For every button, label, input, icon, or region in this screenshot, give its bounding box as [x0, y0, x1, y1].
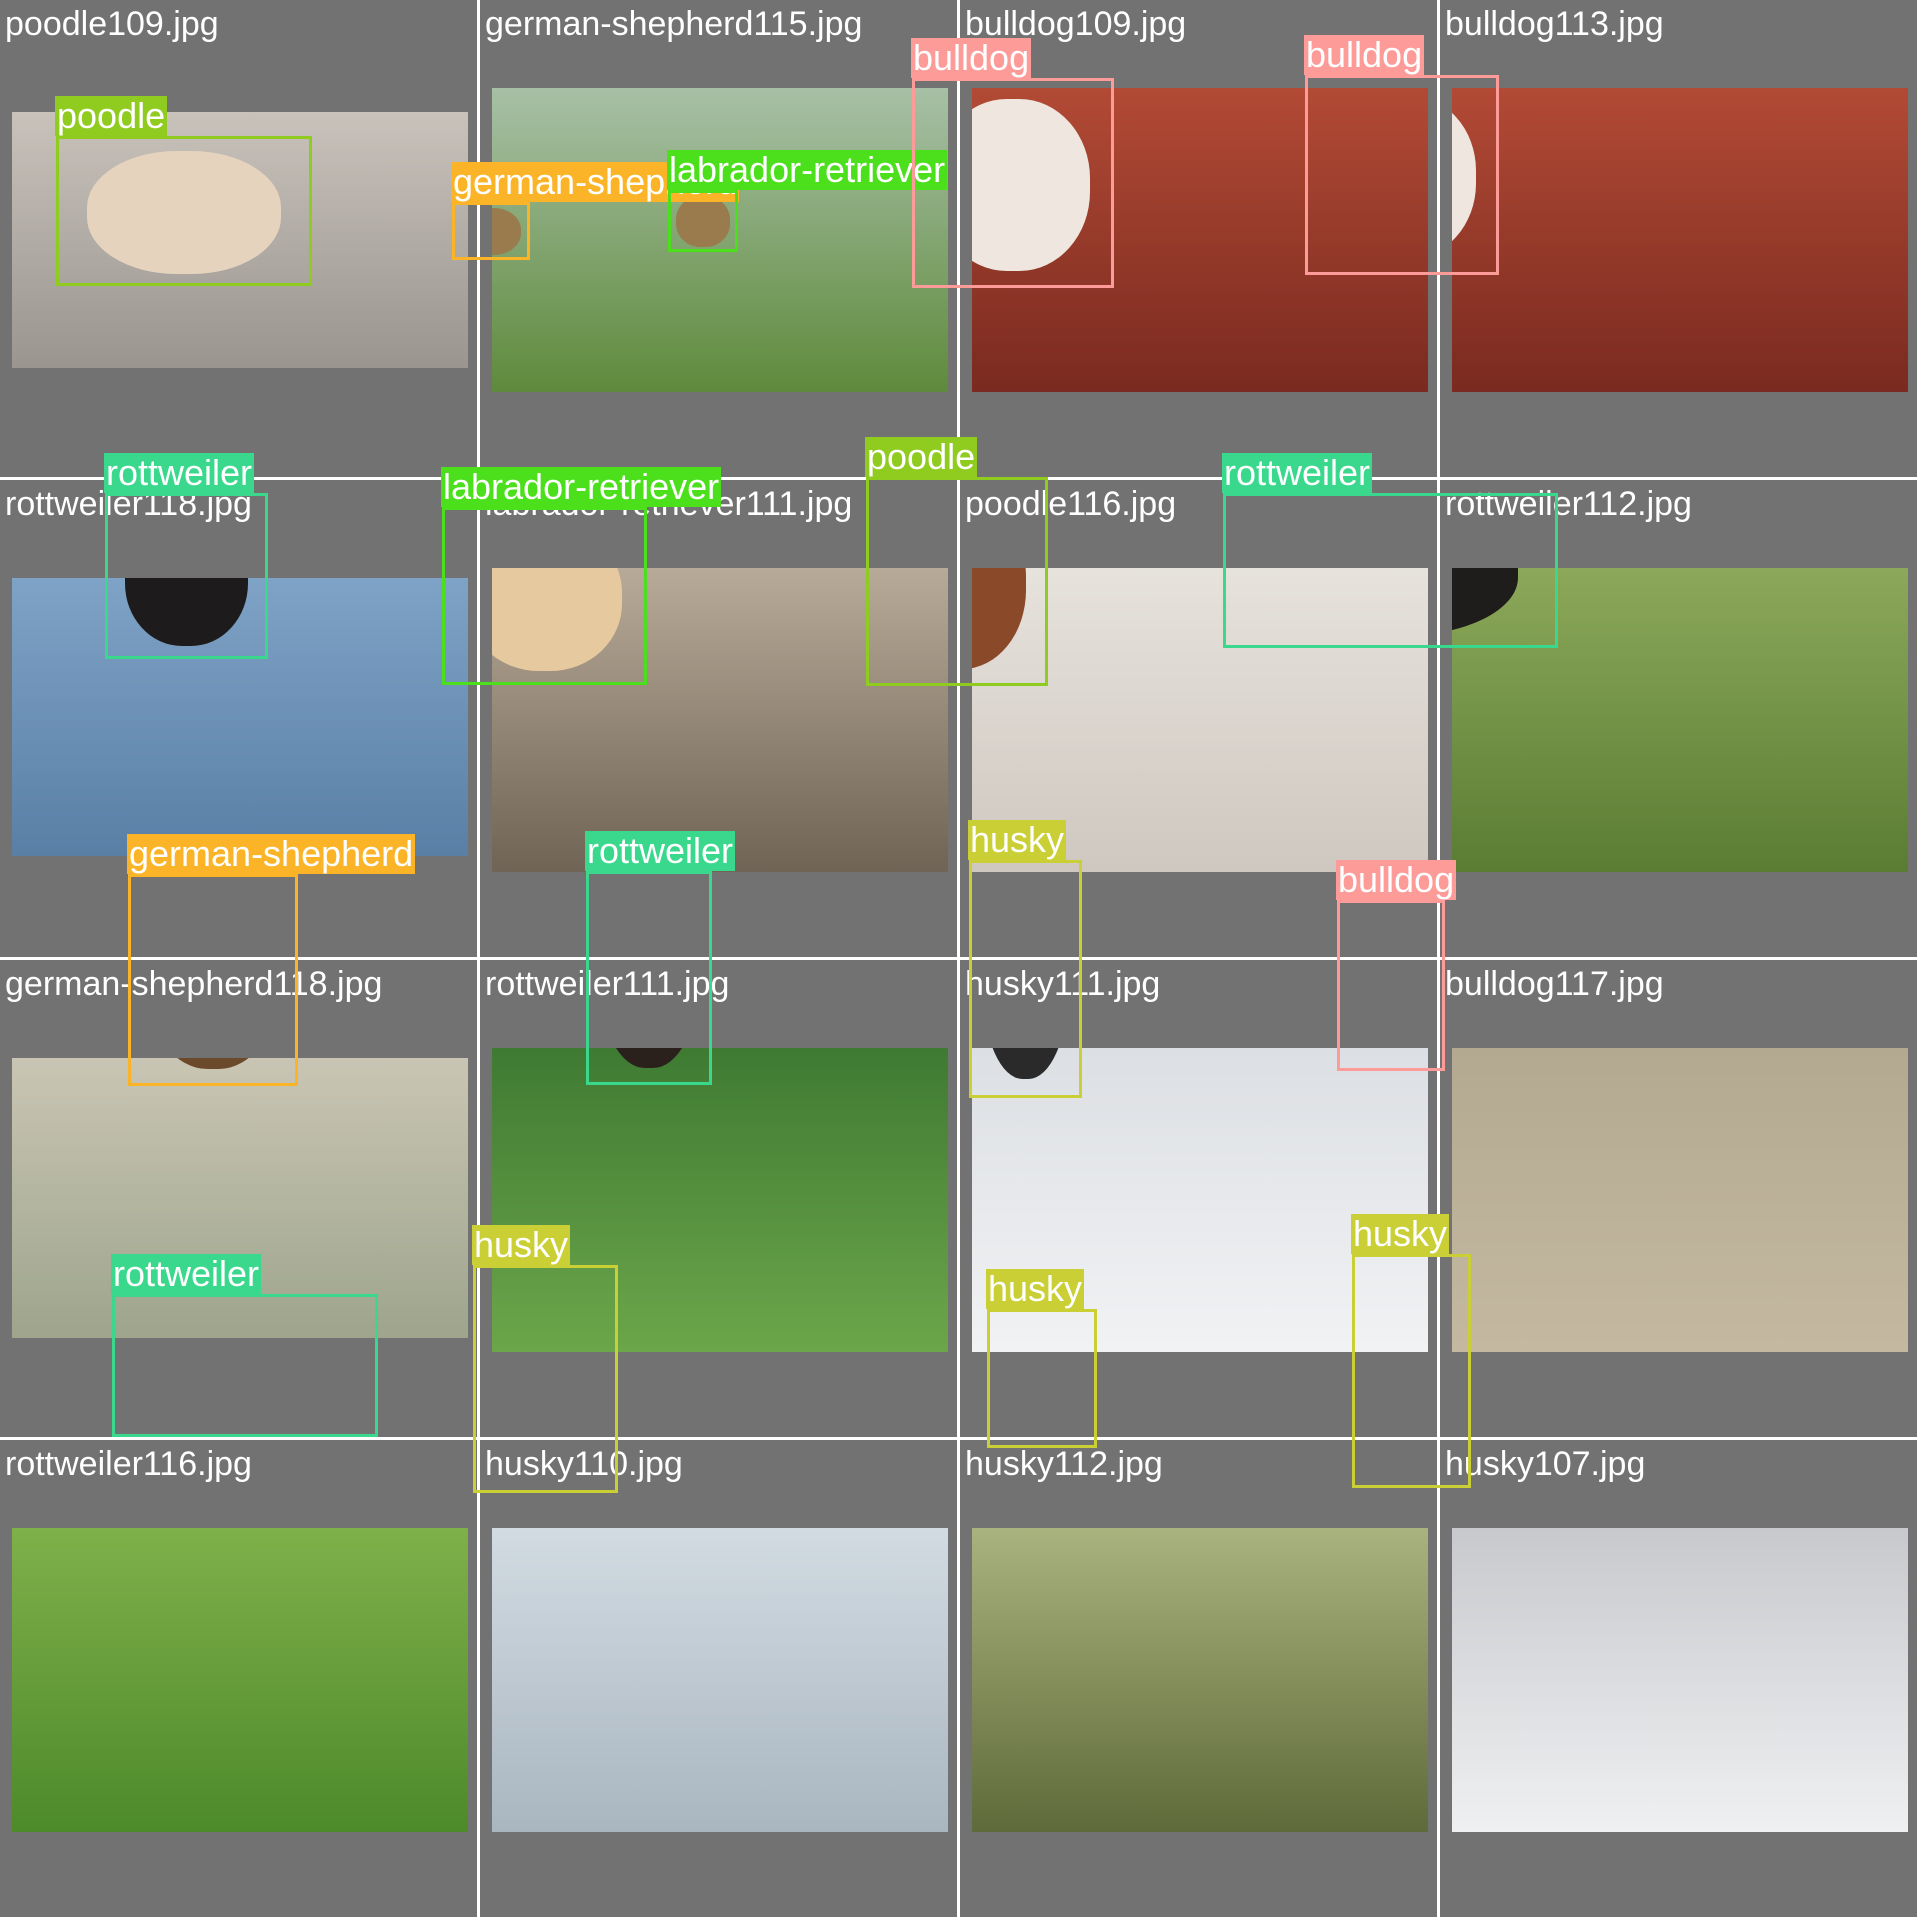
- bounding-box: [1352, 1254, 1471, 1488]
- dog-photo: [1452, 1048, 1908, 1352]
- bounding-box: [912, 78, 1114, 288]
- result-tile: husky110.jpg: [480, 1440, 957, 1917]
- image-filename: husky112.jpg: [965, 1445, 1163, 1483]
- bounding-box: [586, 871, 712, 1085]
- bounding-box: [1305, 75, 1499, 275]
- dog-photo: [972, 1528, 1428, 1832]
- bounding-box: [866, 477, 1048, 686]
- dog-photo: [1452, 1528, 1908, 1832]
- detection-results-grid: poodle109.jpg poodle german-shepherd115.jp…: [0, 0, 1920, 1920]
- class-label: husky: [472, 1224, 571, 1265]
- bounding-box: [452, 202, 530, 260]
- result-tile: husky112.jpg: [960, 1440, 1437, 1917]
- image-filename: german-shepherd115.jpg: [485, 5, 863, 43]
- result-tile: rottweiler116.jpg: [0, 1440, 477, 1917]
- dog-photo: [1452, 88, 1908, 392]
- image-filename: rottweiler116.jpg: [5, 1445, 252, 1483]
- result-tile: bulldog113.jpg: [1440, 0, 1917, 477]
- class-label: husky: [968, 819, 1067, 860]
- class-label: bulldog: [1304, 34, 1425, 75]
- class-label: rottweiler: [111, 1253, 262, 1294]
- class-label: poodle: [865, 436, 978, 477]
- bounding-box: [1223, 493, 1558, 648]
- image-filename: bulldog113.jpg: [1445, 5, 1664, 43]
- dog-photo: [492, 1528, 948, 1832]
- class-label: bulldog: [911, 37, 1032, 78]
- class-label: rottweiler: [1222, 452, 1373, 493]
- class-label: rottweiler: [104, 452, 255, 493]
- bounding-box: [112, 1294, 378, 1437]
- bounding-box: [473, 1265, 618, 1493]
- class-label: bulldog: [1336, 859, 1457, 900]
- dog-photo: [12, 1528, 468, 1832]
- class-label: poodle: [55, 95, 168, 136]
- bounding-box: [987, 1309, 1097, 1448]
- image-filename: poodle109.jpg: [5, 5, 219, 43]
- bounding-box: [668, 190, 738, 252]
- class-label: husky: [1351, 1213, 1450, 1254]
- class-label: husky: [986, 1268, 1085, 1309]
- image-filename: bulldog117.jpg: [1445, 965, 1664, 1003]
- class-label: rottweiler: [585, 830, 736, 871]
- bounding-box: [56, 136, 312, 286]
- class-label: labrador-retriever: [441, 466, 722, 507]
- bounding-box: [969, 860, 1082, 1098]
- image-filename: husky107.jpg: [1445, 1445, 1646, 1483]
- result-tile: husky107.jpg: [1440, 1440, 1917, 1917]
- class-label: labrador-retriever: [667, 149, 948, 190]
- bounding-box: [1337, 900, 1445, 1071]
- bounding-box: [128, 874, 298, 1086]
- class-label: german-shepherd: [127, 833, 416, 874]
- bounding-box: [442, 507, 647, 685]
- bounding-box: [105, 493, 268, 659]
- result-tile: bulldog117.jpg: [1440, 960, 1917, 1437]
